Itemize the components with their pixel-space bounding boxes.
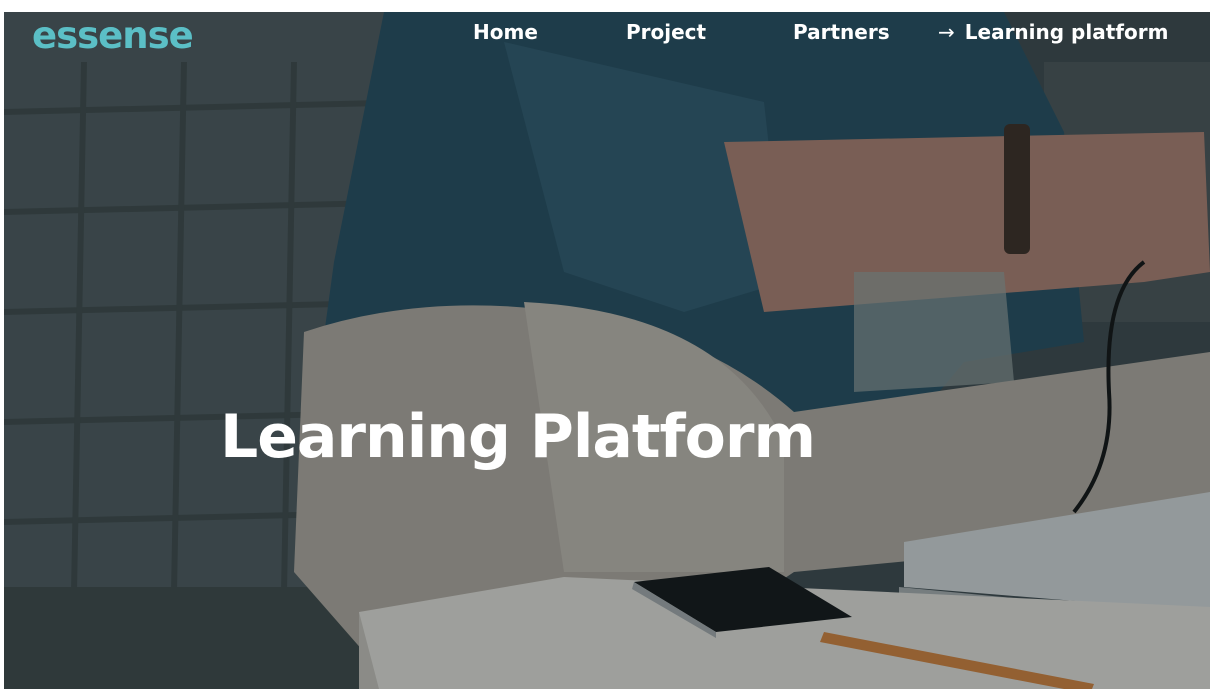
nav-item-learning-platform[interactable]: → Learning platform <box>938 20 1168 44</box>
brand-logo[interactable]: essense <box>32 14 194 57</box>
arrow-right-icon: → <box>938 20 955 44</box>
nav-item-project[interactable]: Project <box>626 20 706 44</box>
top-navigation: essense Home Project Partners → Learning … <box>4 12 1210 60</box>
nav-item-home[interactable]: Home <box>473 20 538 44</box>
hero-section: essense Home Project Partners → Learning … <box>4 12 1210 689</box>
nav-item-learning-platform-label: Learning platform <box>964 20 1169 44</box>
nav-item-partners[interactable]: Partners <box>793 20 890 44</box>
hero-background-image <box>4 12 1210 689</box>
page-title: Learning Platform <box>220 402 816 473</box>
